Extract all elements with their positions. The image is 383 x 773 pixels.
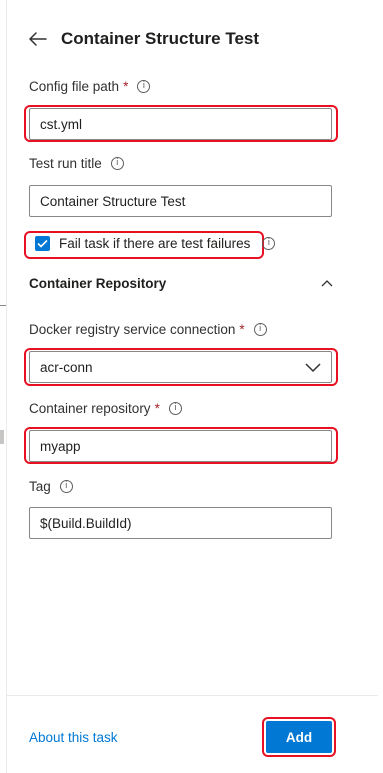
chevron-down-icon[interactable] (305, 360, 321, 374)
panel-header: Container Structure Test (29, 26, 259, 52)
test-run-title-label: Test run title i (29, 156, 124, 171)
info-icon[interactable]: i (253, 323, 267, 336)
info-icon[interactable]: i (59, 480, 73, 493)
tag-label: Tag i (29, 479, 73, 494)
container-repository-label: Container repository * i (29, 401, 182, 416)
arrow-left-icon[interactable] (29, 30, 47, 48)
required-marker: * (123, 79, 129, 94)
test-run-title-label-text: Test run title (29, 156, 102, 171)
info-icon[interactable]: i (262, 237, 276, 250)
test-run-title-value: Container Structure Test (40, 193, 186, 209)
container-repository-section-header[interactable]: Container Repository (29, 276, 334, 291)
container-repository-input[interactable]: myapp (29, 430, 332, 462)
config-file-path-label-text: Config file path (29, 79, 120, 94)
fail-task-checkbox-row: Fail task if there are test failures i (35, 236, 276, 251)
fail-task-label: Fail task if there are test failures (59, 236, 251, 251)
container-repository-label-text: Container repository (29, 401, 151, 416)
footer-divider (7, 695, 378, 696)
test-run-title-input[interactable]: Container Structure Test (29, 185, 332, 217)
info-icon[interactable]: i (168, 402, 182, 415)
about-this-task-link[interactable]: About this task (29, 730, 118, 745)
tag-input[interactable]: $(Build.BuildId) (29, 507, 332, 539)
task-config-panel: Container Structure Test Config file pat… (6, 0, 378, 773)
config-file-path-value: cst.yml (40, 116, 82, 132)
info-icon[interactable]: i (137, 80, 151, 93)
config-file-path-input[interactable]: cst.yml (29, 108, 332, 140)
docker-registry-label: Docker registry service connection * i (29, 322, 267, 337)
container-repository-value: myapp (40, 438, 81, 454)
panel-title: Container Structure Test (61, 29, 260, 48)
required-marker: * (154, 401, 160, 416)
info-icon[interactable]: i (110, 157, 124, 170)
chevron-up-icon[interactable] (320, 277, 334, 291)
section-title: Container Repository (29, 276, 167, 291)
tag-value: $(Build.BuildId) (40, 515, 132, 531)
edge-scroll-marker (0, 430, 4, 444)
docker-registry-value: acr-conn (40, 359, 93, 375)
docker-registry-label-text: Docker registry service connection (29, 322, 236, 337)
tag-label-text: Tag (29, 479, 51, 494)
required-marker: * (239, 322, 245, 337)
config-file-path-label: Config file path * i (29, 79, 151, 94)
docker-registry-dropdown[interactable]: acr-conn (29, 351, 332, 383)
add-button[interactable]: Add (266, 721, 332, 753)
fail-task-checkbox[interactable] (35, 236, 50, 251)
